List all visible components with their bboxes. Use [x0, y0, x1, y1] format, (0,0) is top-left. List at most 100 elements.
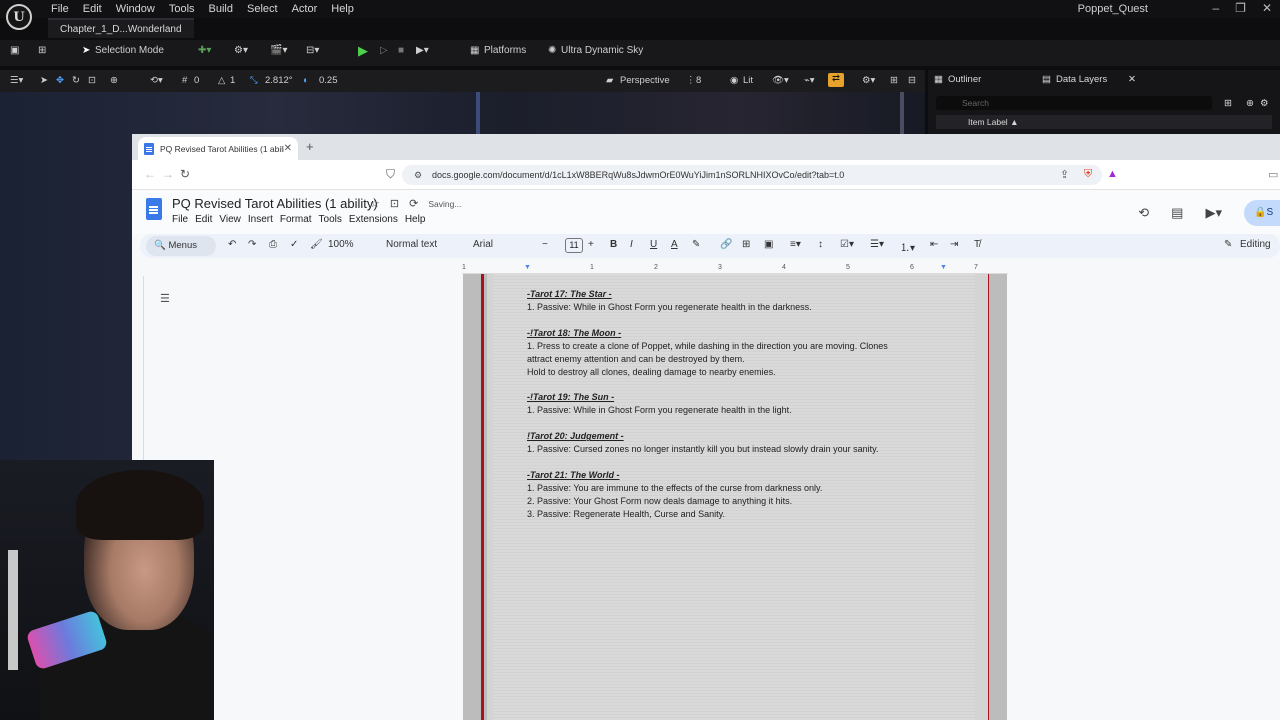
- docs-menu-tools[interactable]: Tools: [319, 214, 347, 225]
- scale-icon[interactable]: ⊡: [88, 75, 96, 86]
- outliner-add-icon[interactable]: ⊕: [1246, 96, 1254, 112]
- horizontal-ruler[interactable]: 1 ▼ 1 2 3 4 5 6 ▼ 7: [462, 264, 1008, 274]
- camera-speed-value[interactable]: 0.25: [319, 75, 338, 86]
- italic-icon[interactable]: I: [630, 239, 633, 250]
- insert-image-icon[interactable]: ▣: [764, 239, 773, 250]
- perspective-dropdown[interactable]: Perspective: [620, 75, 670, 86]
- comments-icon[interactable]: ▤: [1171, 205, 1183, 221]
- tarot-ability-line[interactable]: 1. Passive: Cursed zones no longer insta…: [527, 443, 947, 456]
- cinematics-icon[interactable]: 🎬▾: [270, 45, 287, 56]
- forward-icon[interactable]: →: [162, 167, 174, 181]
- settings-icon[interactable]: ⚙▾: [862, 75, 875, 86]
- scale-snap-icon[interactable]: ⤡: [250, 75, 258, 86]
- camera-speed-icon[interactable]: ◐: [303, 75, 309, 86]
- docs-menu-edit[interactable]: Edit: [195, 214, 217, 225]
- blank-line[interactable]: [527, 314, 947, 327]
- document-outline-icon[interactable]: ☰: [160, 292, 170, 305]
- ue-menu-tools[interactable]: Tools: [162, 2, 202, 16]
- maximize-viewport-icon[interactable]: ⊟: [908, 75, 916, 86]
- tarot-heading[interactable]: -Tarot 17: The Star -: [527, 288, 947, 301]
- clear-formatting-icon[interactable]: T̸: [974, 239, 980, 250]
- selection-mode-dropdown[interactable]: Selection Mode: [95, 45, 164, 56]
- bold-icon[interactable]: B: [610, 239, 617, 250]
- content-browser-icon[interactable]: ⊞: [38, 45, 46, 56]
- paint-format-icon[interactable]: 🖌: [310, 239, 323, 250]
- print-icon[interactable]: ⎙: [269, 239, 277, 250]
- undo-icon[interactable]: ↶: [228, 239, 236, 250]
- item-label-column[interactable]: Item Label ▲: [936, 115, 1272, 129]
- browser-tab[interactable]: PQ Revised Tarot Abilities (1 abili ✕: [138, 137, 298, 160]
- redo-icon[interactable]: ↷: [248, 239, 256, 250]
- add-actor-icon[interactable]: ✚▾: [198, 45, 211, 56]
- style-dropdown[interactable]: Normal text: [386, 239, 437, 250]
- new-tab-icon[interactable]: +: [306, 139, 314, 154]
- viewport-options-icon[interactable]: ☰▾: [10, 75, 23, 86]
- tab-outliner[interactable]: Outliner: [948, 72, 981, 88]
- rewards-icon[interactable]: ▲: [1107, 168, 1118, 180]
- editing-mode-dropdown[interactable]: Editing: [1240, 239, 1271, 250]
- ue-menu-edit[interactable]: Edit: [76, 2, 109, 16]
- scale-snap-value[interactable]: 2.812°: [265, 75, 293, 86]
- tarot-ability-line[interactable]: 2. Passive: Your Ghost Form now deals da…: [527, 495, 947, 508]
- blank-line[interactable]: [527, 378, 947, 391]
- ue-menu-window[interactable]: Window: [109, 2, 162, 16]
- document-title[interactable]: PQ Revised Tarot Abilities (1 ability): [172, 196, 378, 211]
- step-icon[interactable]: ▷: [380, 45, 388, 56]
- numbered-list-icon[interactable]: ⒈▾: [900, 239, 915, 254]
- increase-font-icon[interactable]: +: [588, 239, 594, 250]
- close-icon[interactable]: ✕: [1262, 1, 1272, 15]
- text-color-icon[interactable]: A: [671, 239, 678, 250]
- play-icon[interactable]: ▶: [358, 43, 368, 59]
- layout-icon[interactable]: ⊞: [890, 75, 898, 86]
- docs-logo-icon[interactable]: [146, 198, 162, 220]
- tarot-ability-line[interactable]: 1. Passive: While in Ghost Form you rege…: [527, 301, 947, 314]
- back-icon[interactable]: ←: [144, 167, 156, 181]
- outliner-search-input[interactable]: Search: [936, 96, 1212, 110]
- grid-snap-toggle[interactable]: #: [182, 75, 187, 86]
- ue-menu-actor[interactable]: Actor: [285, 2, 325, 16]
- font-dropdown[interactable]: Arial: [473, 239, 493, 250]
- translate-icon[interactable]: ✥: [56, 75, 64, 86]
- snapping-toggle-icon[interactable]: ⇄: [828, 73, 844, 87]
- rotate-icon[interactable]: ↻: [72, 75, 80, 86]
- checklist-icon[interactable]: ☑▾: [840, 239, 854, 250]
- stop-icon[interactable]: ■: [398, 45, 404, 56]
- filter-icon[interactable]: ⊞: [1224, 96, 1232, 112]
- font-size-input[interactable]: 11: [565, 238, 583, 253]
- site-info-icon[interactable]: ⚙: [414, 165, 422, 185]
- tarot-ability-line[interactable]: Hold to destroy all clones, dealing dama…: [527, 366, 947, 379]
- document-body[interactable]: -Tarot 17: The Star -1. Passive: While i…: [527, 288, 947, 521]
- right-indent-marker-icon[interactable]: ▼: [940, 264, 947, 271]
- move-folder-icon[interactable]: ⊡: [390, 197, 399, 210]
- brave-shield-icon[interactable]: ⛨: [1084, 168, 1092, 181]
- tab-data-layers[interactable]: Data Layers: [1056, 72, 1107, 88]
- tarot-heading[interactable]: !Tarot 20: Judgement -: [527, 430, 947, 443]
- docs-menu-view[interactable]: View: [219, 214, 246, 225]
- platforms-dropdown[interactable]: Platforms: [484, 45, 526, 56]
- sidebar-icon[interactable]: ▭: [1268, 168, 1278, 181]
- ue-menu-select[interactable]: Select: [240, 2, 285, 16]
- star-icon[interactable]: ☆: [370, 197, 380, 210]
- tarot-heading[interactable]: -!Tarot 18: The Moon -: [527, 327, 947, 340]
- tarot-ability-line[interactable]: 3. Passive: Regenerate Health, Curse and…: [527, 508, 947, 521]
- decrease-font-icon[interactable]: −: [542, 239, 548, 250]
- insert-link-icon[interactable]: 🔗: [720, 239, 732, 250]
- unreal-logo[interactable]: U: [6, 4, 32, 30]
- docs-menu-file[interactable]: File: [172, 214, 193, 225]
- level-tab[interactable]: Chapter_1_D...Wonderland: [48, 18, 194, 38]
- ue-menu-help[interactable]: Help: [324, 2, 361, 16]
- modeling-icon[interactable]: ⊟▾: [306, 45, 319, 56]
- blank-line[interactable]: [527, 417, 947, 430]
- decrease-indent-icon[interactable]: ⇤: [930, 239, 938, 250]
- lit-dropdown[interactable]: Lit: [743, 75, 753, 86]
- tarot-ability-line[interactable]: 1. Passive: While in Ghost Form you rege…: [527, 404, 947, 417]
- save-icon[interactable]: ▣: [10, 45, 19, 56]
- address-bar[interactable]: ⚙ docs.google.com/document/d/1cL1xW8BERq…: [402, 165, 1102, 185]
- show-flags-icon[interactable]: 👁▾: [772, 75, 789, 86]
- blank-line[interactable]: [527, 456, 947, 469]
- bookmark-icon[interactable]: ⛉: [386, 167, 395, 182]
- share-button[interactable]: 🔒S: [1244, 200, 1280, 226]
- minimize-icon[interactable]: –: [1212, 1, 1219, 15]
- bulleted-list-icon[interactable]: ☰▾: [870, 239, 884, 250]
- close-tab-icon[interactable]: ✕: [284, 143, 292, 154]
